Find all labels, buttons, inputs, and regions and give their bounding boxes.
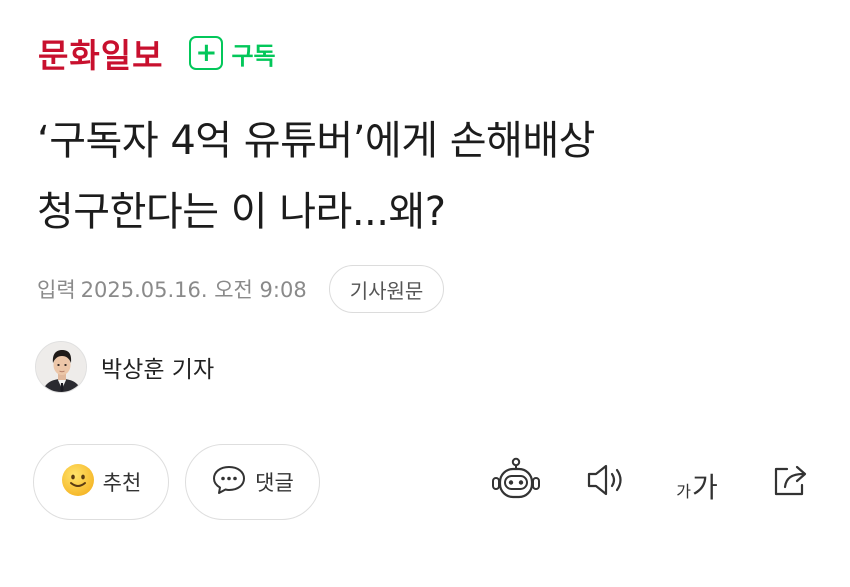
smiley-icon <box>61 463 95 501</box>
share-button[interactable] <box>766 460 816 504</box>
article-title-line-1: ‘구독자 4억 유튜버’에게 손해배상 <box>37 118 595 164</box>
publish-date: 2025.05.16. 오전 9:08 <box>80 278 307 302</box>
author-name[interactable]: 박상훈 기자 <box>101 350 214 384</box>
summary-bot-button[interactable] <box>490 457 542 507</box>
press-header: 문화일보 + 구독 <box>38 30 276 76</box>
font-size-large-label: 가 <box>691 471 718 504</box>
comment-label: 댓글 <box>255 471 294 495</box>
robot-icon <box>491 457 541 507</box>
article-title: ‘구독자 4억 유튜버’에게 손해배상 청구한다는 이 나라...왜? <box>37 106 827 248</box>
plus-icon: + <box>189 36 224 70</box>
share-icon <box>769 460 813 504</box>
comment-button[interactable]: 댓글 <box>185 444 320 520</box>
like-label: 추천 <box>102 471 142 495</box>
original-article-button[interactable]: 기사원문 <box>328 265 445 313</box>
listen-button[interactable] <box>582 460 632 504</box>
font-size-button[interactable]: 가 가 <box>668 460 726 504</box>
speech-bubble-icon <box>211 463 247 501</box>
author-info[interactable]: 박상훈 기자 <box>35 340 214 394</box>
font-size-small-label: 가 <box>676 482 691 501</box>
article-action-bar: 추천 댓글 가 가 <box>0 444 850 520</box>
like-button[interactable]: 추천 <box>33 444 169 520</box>
article-title-line-2: 청구한다는 이 나라...왜? <box>37 189 446 235</box>
article-meta: 입력 2025.05.16. 오전 9:08 기사원문 <box>37 264 445 314</box>
date-label: 입력 <box>37 278 76 302</box>
press-logo[interactable]: 문화일보 <box>38 29 163 77</box>
subscribe-label: 구독 <box>231 41 276 70</box>
speaker-icon <box>584 460 630 504</box>
subscribe-button[interactable]: + 구독 <box>189 36 276 71</box>
author-avatar[interactable] <box>35 341 87 393</box>
